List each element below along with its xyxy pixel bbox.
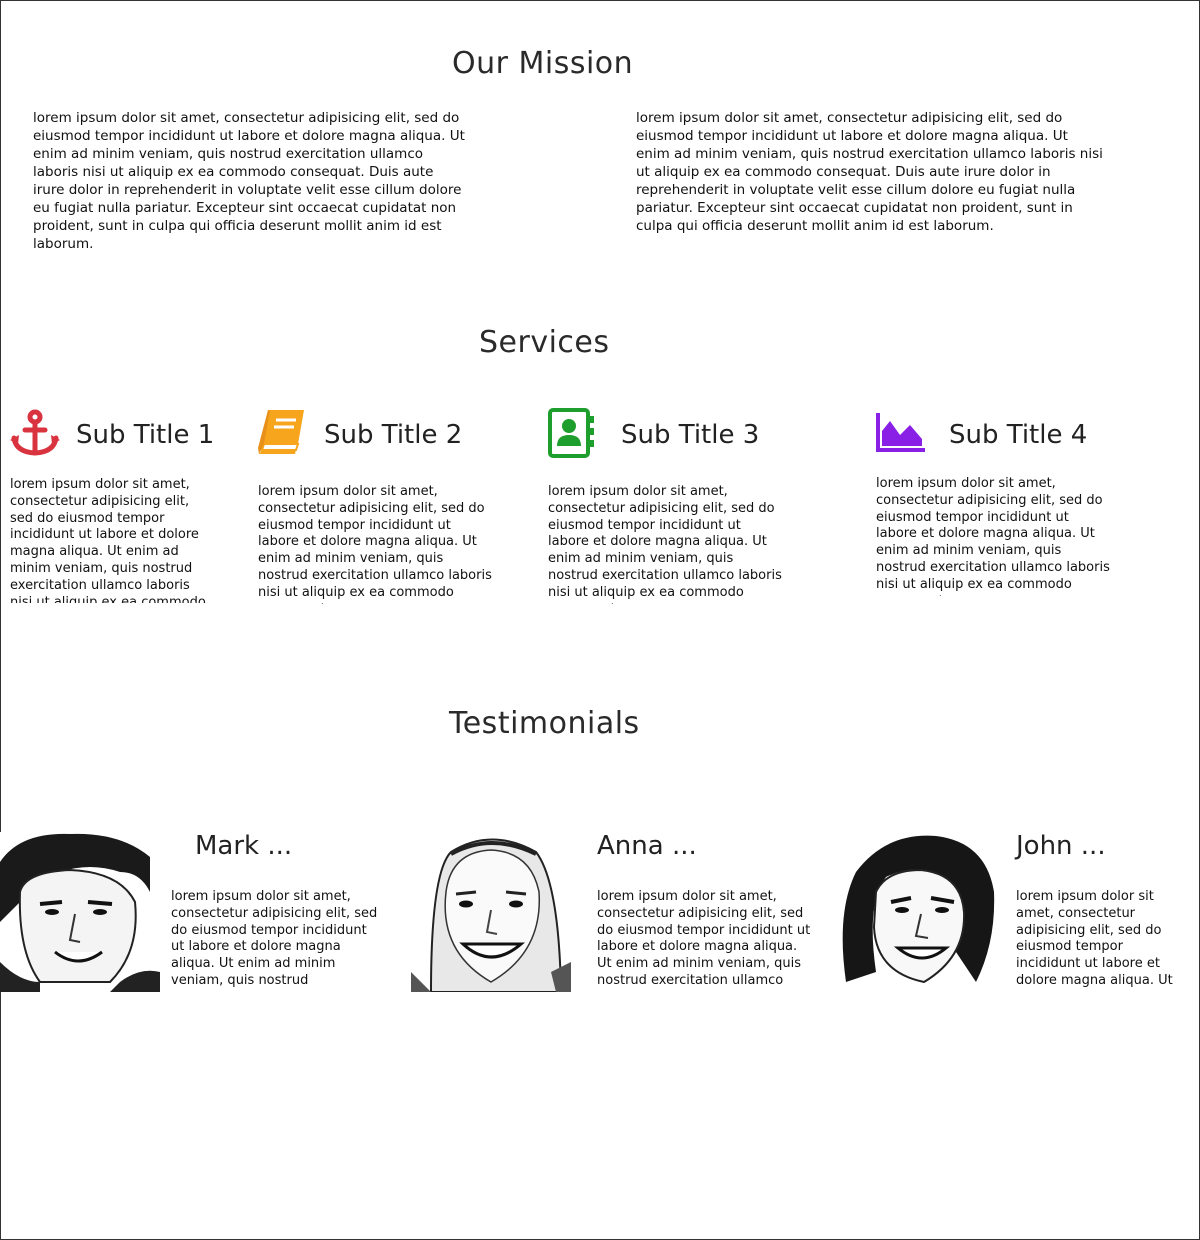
book-icon [258, 410, 304, 454]
testimonials-title: Testimonials [449, 706, 640, 741]
mission-paragraph-right: lorem ipsum dolor sit amet, consectetur … [636, 110, 1103, 234]
portrait-john [836, 832, 996, 992]
testimonial-name-1: Mark ... [195, 831, 293, 861]
testimonial-name-2: Anna ... [597, 831, 697, 861]
service-text-4: lorem ipsum dolor sit amet, consectetur … [876, 476, 1110, 596]
portrait-anna [411, 832, 571, 992]
service-text-1: lorem ipsum dolor sit amet, consectetur … [10, 477, 206, 603]
testimonial-text-3: lorem ipsum dolor sit amet, consectetur … [1016, 889, 1173, 991]
area-chart-icon [876, 413, 925, 452]
testimonial-text-1: lorem ipsum dolor sit amet, consectetur … [171, 889, 378, 991]
testimonial-text-2: lorem ipsum dolor sit amet, consectetur … [597, 889, 811, 988]
service-title-2: Sub Title 2 [324, 420, 463, 450]
mission-paragraph-left: lorem ipsum dolor sit amet, consectetur … [33, 110, 465, 252]
anchor-icon [10, 409, 60, 456]
service-text-2: lorem ipsum dolor sit amet, consectetur … [258, 484, 492, 604]
testimonial-name-3: John ... [1016, 831, 1106, 861]
portrait-mark [0, 832, 160, 992]
mission-title: Our Mission [452, 46, 634, 81]
service-title-3: Sub Title 3 [621, 420, 760, 450]
services-title: Services [479, 325, 610, 360]
service-text-3: lorem ipsum dolor sit amet, consectetur … [548, 484, 782, 604]
service-title-1: Sub Title 1 [76, 420, 215, 450]
contact-book-icon [548, 408, 594, 458]
service-title-4: Sub Title 4 [949, 420, 1088, 450]
